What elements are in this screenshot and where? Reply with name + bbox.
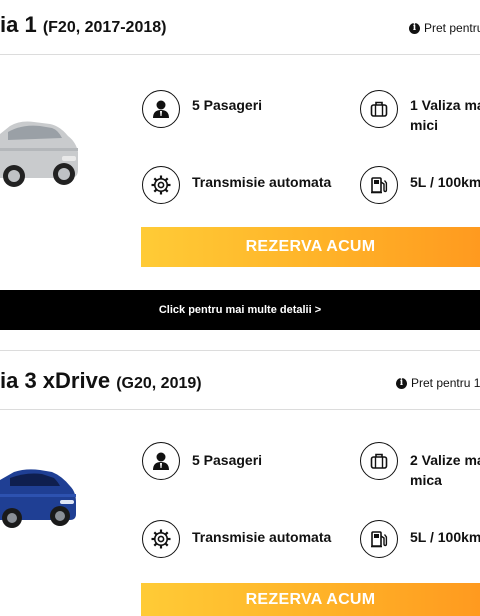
price-info[interactable]: i Pret pentru 1 bbox=[396, 376, 480, 390]
luggage-icon bbox=[360, 442, 398, 480]
details-link[interactable]: Click pentru mai multe detalii > bbox=[0, 290, 480, 330]
gear-icon bbox=[142, 520, 180, 558]
price-label: Pret pentru 1 bbox=[411, 376, 480, 390]
gear-icon bbox=[142, 166, 180, 204]
transmission-text: Transmisie automata bbox=[192, 529, 332, 545]
passengers-text: 5 Pasageri bbox=[192, 452, 263, 468]
info-icon: i bbox=[396, 377, 407, 389]
car-title: ia 3 xDrive (G20, 2019) bbox=[0, 368, 202, 394]
book-now-button[interactable]: REZERVA ACUM bbox=[141, 583, 480, 616]
luggage-text: 2 Valize ma mica bbox=[410, 452, 480, 488]
car-generation: (G20, 2019) bbox=[116, 375, 202, 392]
divider bbox=[0, 54, 480, 55]
car-image bbox=[0, 121, 78, 187]
car-name: ia 1 bbox=[0, 12, 37, 37]
fuel-text: 5L / 100km bbox=[410, 174, 480, 190]
divider bbox=[0, 350, 480, 351]
fuel-pump-icon bbox=[360, 520, 398, 558]
divider bbox=[0, 409, 480, 410]
transmission-text: Transmisie automata bbox=[192, 174, 332, 190]
passengers-text: 5 Pasageri bbox=[192, 97, 263, 113]
car-title: ia 1 (F20, 2017-2018) bbox=[0, 12, 166, 38]
luggage-text: 1 Valiza ma mici bbox=[410, 97, 480, 133]
book-now-button[interactable]: REZERVA ACUM bbox=[141, 227, 480, 267]
luggage-icon bbox=[360, 90, 398, 128]
fuel-pump-icon bbox=[360, 166, 398, 204]
passenger-icon bbox=[142, 442, 180, 480]
fuel-text: 5L / 100km bbox=[410, 529, 480, 545]
car-generation: (F20, 2017-2018) bbox=[42, 19, 167, 36]
info-icon: i bbox=[409, 22, 420, 34]
car-image bbox=[0, 469, 76, 528]
car-name: ia 3 xDrive bbox=[0, 368, 111, 393]
price-label: Pret pentru bbox=[424, 21, 480, 35]
passenger-icon bbox=[142, 90, 180, 128]
price-info[interactable]: i Pret pentru bbox=[409, 21, 480, 35]
